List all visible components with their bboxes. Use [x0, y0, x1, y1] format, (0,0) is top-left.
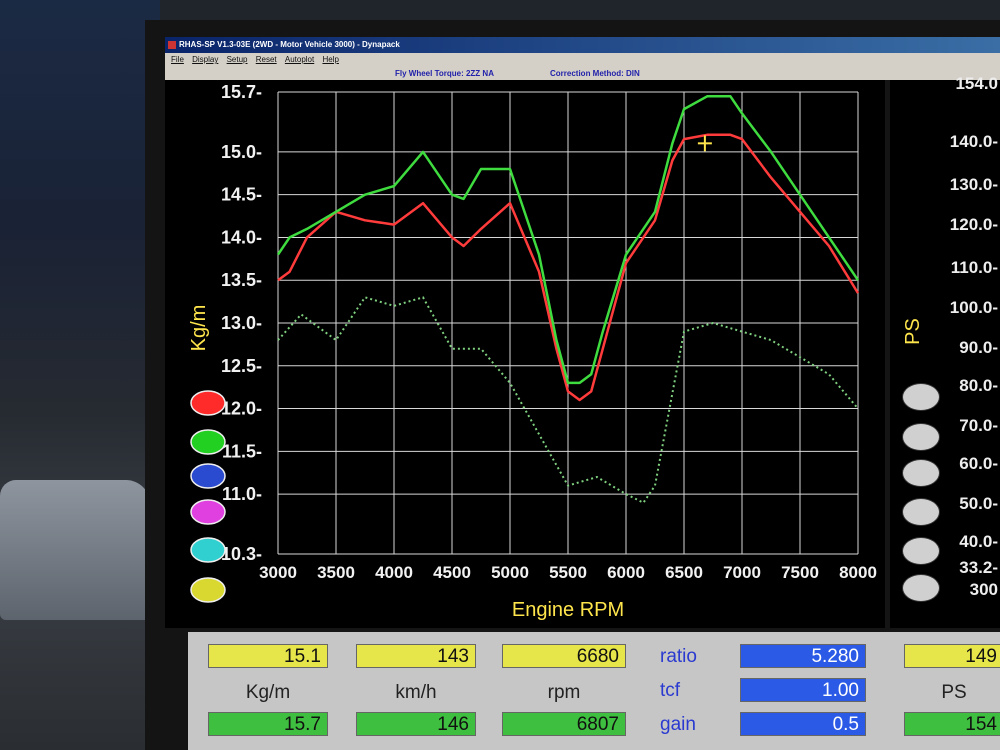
- info-correction: Correction Method: DIN: [550, 69, 640, 78]
- menu-display[interactable]: Display: [192, 55, 218, 64]
- readout-ratio[interactable]: 5.280: [740, 644, 866, 668]
- y-tick-label: 12.5-: [221, 356, 262, 376]
- channel-color-2: [190, 429, 226, 455]
- x-tick-label: 6000: [607, 563, 645, 582]
- readout-ps-current: 149: [904, 644, 1000, 668]
- power-tick-label: 33.2-: [959, 558, 998, 577]
- label-torque: Kg/m: [245, 682, 291, 703]
- channel-toggle-5[interactable]: [902, 537, 940, 565]
- readout-rpm-current: 6680: [502, 644, 626, 668]
- y-tick-label: 14.0-: [221, 227, 262, 247]
- y-tick-label: 15.0-: [221, 142, 262, 162]
- power-tick-label: 100.0-: [949, 298, 998, 317]
- x-tick-label: 5000: [491, 563, 529, 582]
- y-tick-label: 13.0-: [221, 313, 262, 333]
- readout-panel: 15.1 143 6680 ratio 5.280 149 Kg/m km/h …: [188, 632, 1000, 750]
- channel-toggle-6[interactable]: [902, 574, 940, 602]
- menu-help[interactable]: Help: [322, 55, 338, 64]
- power-axis-label: PS: [901, 318, 924, 345]
- window-titlebar: RHAS-SP V1.3-03E (2WD - Motor Vehicle 30…: [165, 37, 1000, 53]
- channel-toggle-4[interactable]: [902, 498, 940, 526]
- torque-chart: 3000 3500 4000 4500 5000 5500 6000 6500 7000 7500…: [188, 82, 877, 621]
- label-tcf: tcf: [660, 680, 681, 701]
- label-ps: PS: [941, 682, 967, 703]
- channel-color-6: [190, 577, 226, 603]
- app-icon: [168, 41, 176, 49]
- channel-color-5: [190, 537, 226, 563]
- readout-speed-peak: 146: [356, 712, 476, 736]
- background-car: [0, 480, 150, 620]
- readout-rpm-peak: 6807: [502, 712, 626, 736]
- channel-color-3: [190, 463, 226, 489]
- channel-color-4: [190, 499, 226, 525]
- label-speed: km/h: [395, 682, 437, 703]
- x-tick-label: 8000: [839, 563, 877, 582]
- label-ratio: ratio: [660, 646, 697, 667]
- x-tick-label: 4500: [433, 563, 471, 582]
- power-tick-label: 130.0-: [949, 175, 998, 194]
- power-tick-label: 110.0-: [950, 258, 998, 277]
- y-tick-label: 15.7-: [221, 82, 262, 102]
- y-axis-label: Kg/m: [188, 305, 210, 352]
- info-bar: Fly Wheel Torque: 2ZZ NA Correction Meth…: [165, 67, 1000, 80]
- y-tick-label: 14.5-: [221, 185, 262, 205]
- x-tick-label: 3000: [259, 563, 297, 582]
- channel-toggle-3[interactable]: [902, 459, 940, 487]
- readout-tcf[interactable]: 1.00: [740, 678, 866, 702]
- x-tick-label: 6500: [665, 563, 703, 582]
- menu-autoplot[interactable]: Autoplot: [285, 55, 314, 64]
- y-tick-label: 13.5-: [221, 270, 262, 290]
- menu-setup[interactable]: Setup: [227, 55, 248, 64]
- x-tick-label: 4000: [375, 563, 413, 582]
- label-gain: gain: [660, 714, 696, 735]
- power-tick-label: 154.0: [955, 74, 998, 93]
- x-tick-label: 3500: [317, 563, 355, 582]
- info-torque: Fly Wheel Torque: 2ZZ NA: [395, 69, 494, 78]
- menu-reset[interactable]: Reset: [256, 55, 277, 64]
- torque-plot-area: 3000 3500 4000 4500 5000 5500 6000 6500 7000 7500…: [165, 80, 885, 628]
- x-tick-label: 5500: [549, 563, 587, 582]
- power-tick-label: 120.0-: [949, 215, 998, 234]
- readout-speed-current: 143: [356, 644, 476, 668]
- label-rpm: rpm: [547, 682, 581, 703]
- power-axis-panel: 154.0 140.0- 130.0- 120.0- 110.0- 100.0- 90.0-…: [890, 74, 1000, 628]
- x-tick-label: 7000: [723, 563, 761, 582]
- channel-toggle-2[interactable]: [902, 423, 940, 451]
- menu-bar: File Display Setup Reset Autoplot Help: [165, 53, 1000, 67]
- readout-ps-peak: 154: [904, 712, 1000, 736]
- y-tick-label: 10.3-: [221, 544, 262, 564]
- channel-color-1: [190, 390, 226, 416]
- y-tick-label: 11.5-: [222, 441, 262, 461]
- y-tick-label: 12.0-: [221, 399, 262, 419]
- x-tick-label: 7500: [781, 563, 819, 582]
- power-tick-label: 140.0-: [949, 132, 998, 151]
- y-tick-label: 11.0-: [222, 484, 262, 504]
- window-title: RHAS-SP V1.3-03E (2WD - Motor Vehicle 30…: [179, 40, 400, 49]
- menu-file[interactable]: File: [171, 55, 184, 64]
- readout-torque-current: 15.1: [208, 644, 328, 668]
- readout-torque-peak: 15.7: [208, 712, 328, 736]
- channel-toggle-1[interactable]: [902, 383, 940, 411]
- x-axis-label: Engine RPM: [512, 599, 624, 621]
- background-room: [0, 0, 160, 750]
- readout-gain[interactable]: 0.5: [740, 712, 866, 736]
